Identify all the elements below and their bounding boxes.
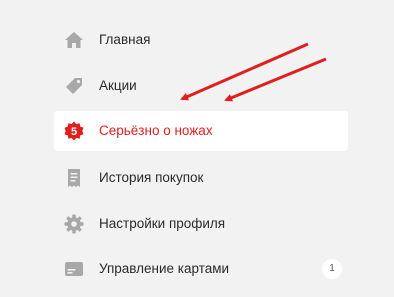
menu-item-label: Управление картами	[99, 261, 230, 276]
gear-icon	[64, 214, 84, 234]
tag-icon	[66, 78, 82, 94]
menu-item-profile-settings[interactable]: Настройки профиля	[54, 204, 348, 244]
count-badge: 1	[322, 259, 342, 279]
menu-item-promotions[interactable]: Акции	[54, 66, 348, 106]
menu-item-label: Главная	[99, 32, 151, 47]
badge-number: 5	[71, 126, 77, 138]
menu-item-card-management[interactable]: Управление картами 1	[54, 249, 348, 289]
menu-item-home[interactable]: Главная	[54, 20, 348, 60]
menu-item-knives[interactable]: 5 Серьёзно о ножах	[54, 111, 348, 151]
card-icon	[65, 262, 83, 276]
home-icon	[65, 32, 83, 48]
receipt-icon	[68, 169, 80, 187]
menu-item-label: Настройки профиля	[99, 216, 226, 231]
menu-item-purchase-history[interactable]: История покупок	[54, 158, 348, 198]
menu-item-label: История покупок	[99, 170, 204, 185]
menu-item-label: Серьёзно о ножах	[99, 123, 213, 138]
badge-5-icon: 5	[64, 121, 84, 141]
menu-item-label: Акции	[99, 78, 137, 93]
sidebar-menu: Главная Акции 5 Серьёзно о ножах История…	[0, 0, 394, 297]
